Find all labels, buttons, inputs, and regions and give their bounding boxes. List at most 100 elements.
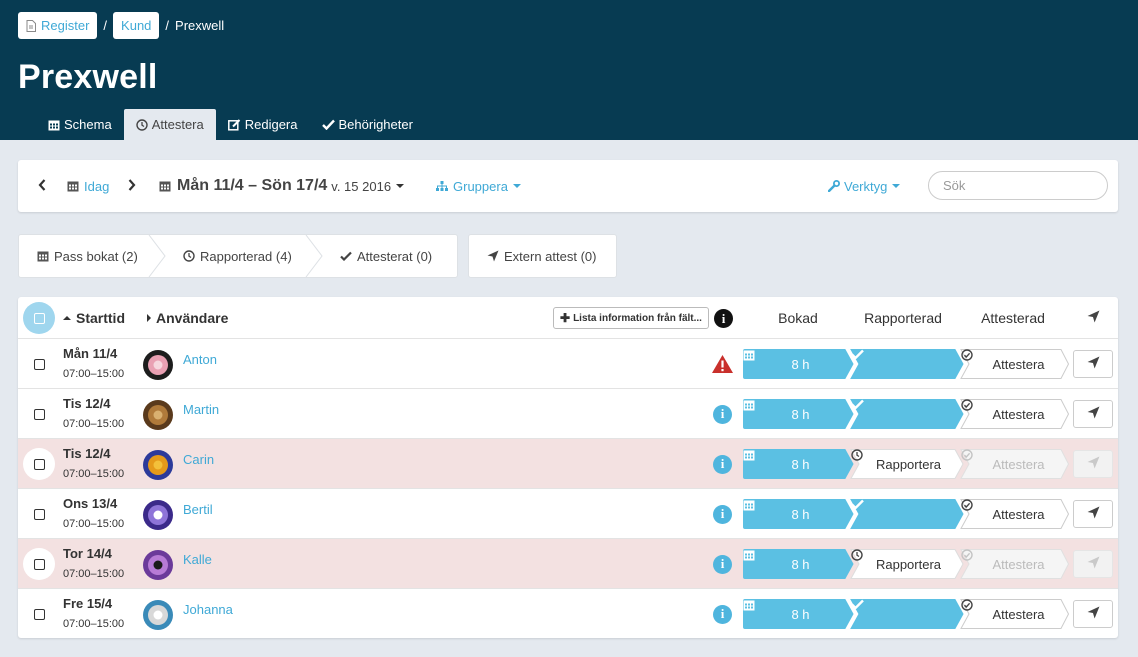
row-checkbox[interactable] (23, 548, 55, 580)
breadcrumb-label: Kund (121, 18, 152, 33)
approve-button[interactable]: Attestera (961, 399, 1071, 429)
wrench-icon (828, 180, 840, 192)
info-icon[interactable]: i (713, 604, 732, 624)
step-label: Extern attest (0) (504, 248, 597, 264)
reported-segment[interactable] (851, 349, 961, 379)
week-picker[interactable]: Mån 11/4 – Sön 17/4 v. 15 2016 (159, 160, 405, 212)
hours-label: 8 h (791, 456, 810, 472)
checkbox-box (33, 312, 45, 324)
list-button-label: Lista information från fält... (573, 312, 702, 324)
approve-button[interactable]: Attestera (961, 499, 1071, 529)
step-extern-attest[interactable]: Extern attest (0) (468, 234, 617, 278)
group-dropdown[interactable]: Gruppera (436, 160, 521, 212)
row-time: 07:00–15:00 (63, 418, 125, 430)
header-attesterad: Attesterad (958, 297, 1068, 339)
paper-plane-icon (487, 250, 499, 262)
booked-segment[interactable]: 8 h (743, 449, 853, 479)
select-all-checkbox[interactable] (23, 302, 55, 334)
row-checkbox[interactable] (23, 398, 55, 430)
warning-icon[interactable] (711, 354, 734, 374)
status-steps-group: Pass bokat (2) Rapporterad (4) Attestera… (18, 234, 458, 278)
tab-schema[interactable]: Schema (36, 109, 124, 140)
info-icon[interactable]: i (713, 404, 732, 424)
user-name-link[interactable]: Martin (183, 402, 219, 417)
info-icon[interactable]: i (713, 554, 732, 574)
row-checkbox[interactable] (23, 448, 55, 480)
step-rapporterad[interactable]: Rapporterad (4) (183, 235, 292, 277)
booked-segment[interactable]: 8 h (743, 399, 853, 429)
row-checkbox[interactable] (23, 598, 55, 630)
prev-week-button[interactable] (38, 160, 46, 212)
send-button[interactable] (1073, 350, 1113, 378)
header-label: Attesterad (981, 310, 1045, 326)
sort-starttid[interactable]: Starttid (63, 297, 125, 339)
tab-behorigheter[interactable]: Behörigheter (310, 109, 425, 140)
hours-label: 8 h (791, 356, 810, 372)
tools-dropdown[interactable]: Verktyg (828, 160, 901, 212)
tab-attestera[interactable]: Attestera (123, 109, 216, 140)
avatar (143, 600, 173, 630)
table-header: Starttid Användare ✚ Lista information f… (18, 297, 1118, 339)
paper-plane-icon (1087, 456, 1100, 472)
status-pipeline: 8 h Attestera (743, 499, 1069, 529)
approve-label: Attestera (992, 556, 1045, 572)
send-all-button[interactable] (1078, 297, 1108, 339)
approve-label: Attestera (992, 356, 1045, 372)
breadcrumb-current: Prexwell (175, 18, 225, 33)
status-pipeline: 8 h Attestera (743, 599, 1069, 629)
send-button (1073, 550, 1113, 578)
sitemap-icon (436, 180, 448, 192)
approve-button: Attestera (961, 549, 1071, 579)
document-icon (26, 19, 36, 32)
sort-anvandare[interactable]: Användare (147, 297, 228, 339)
send-button[interactable] (1073, 400, 1113, 428)
approve-button[interactable]: Attestera (961, 349, 1071, 379)
booked-segment[interactable]: 8 h (743, 549, 853, 579)
user-name-link[interactable]: Bertil (183, 502, 213, 517)
report-button[interactable]: Rapportera (851, 449, 961, 479)
info-icon[interactable]: i (714, 309, 733, 328)
booked-segment[interactable]: 8 h (743, 349, 853, 379)
sort-right-icon (147, 314, 151, 322)
next-week-button[interactable] (128, 160, 136, 212)
report-button[interactable]: Rapportera (851, 549, 961, 579)
row-checkbox[interactable] (23, 348, 55, 380)
approve-label: Attestera (992, 456, 1045, 472)
status-pipeline: 8 h Attestera (743, 399, 1069, 429)
hours-label: 8 h (791, 406, 810, 422)
user-name-link[interactable]: Carin (183, 452, 214, 467)
row-time: 07:00–15:00 (63, 568, 125, 580)
row-time: 07:00–15:00 (63, 368, 125, 380)
breadcrumb-kund[interactable]: Kund (113, 12, 160, 39)
reported-segment[interactable] (851, 399, 961, 429)
table-row: Fre 15/4 07:00–15:00 Johanna i 8 h Attes… (18, 589, 1118, 638)
approve-label: Attestera (992, 406, 1045, 422)
step-pass-bokat[interactable]: Pass bokat (2) (37, 235, 138, 277)
tab-redigera[interactable]: Redigera (216, 109, 310, 140)
approve-button[interactable]: Attestera (961, 599, 1071, 629)
reported-segment[interactable] (851, 499, 961, 529)
user-name-link[interactable]: Anton (183, 352, 217, 367)
today-button[interactable]: Idag (67, 160, 109, 212)
breadcrumb-register[interactable]: Register (18, 12, 98, 39)
info-icon[interactable]: i (713, 454, 732, 474)
header-label: Rapporterad (864, 310, 942, 326)
step-attesterat[interactable]: Attesterat (0) (340, 235, 432, 277)
list-field-info-button[interactable]: ✚ Lista information från fält... (553, 307, 709, 329)
breadcrumb-separator: / (103, 18, 108, 33)
header-label: Bokad (778, 310, 818, 326)
avatar (143, 450, 173, 480)
search-input[interactable] (928, 171, 1108, 200)
booked-segment[interactable]: 8 h (743, 599, 853, 629)
send-button[interactable] (1073, 600, 1113, 628)
row-day: Mån 11/4 (63, 346, 118, 361)
info-icon[interactable]: i (713, 504, 732, 524)
user-name-link[interactable]: Johanna (183, 602, 233, 617)
reported-segment[interactable] (851, 599, 961, 629)
chevron-left-icon (38, 178, 46, 194)
user-name-link[interactable]: Kalle (183, 552, 212, 567)
row-time: 07:00–15:00 (63, 468, 125, 480)
booked-segment[interactable]: 8 h (743, 499, 853, 529)
row-checkbox[interactable] (23, 498, 55, 530)
send-button[interactable] (1073, 500, 1113, 528)
